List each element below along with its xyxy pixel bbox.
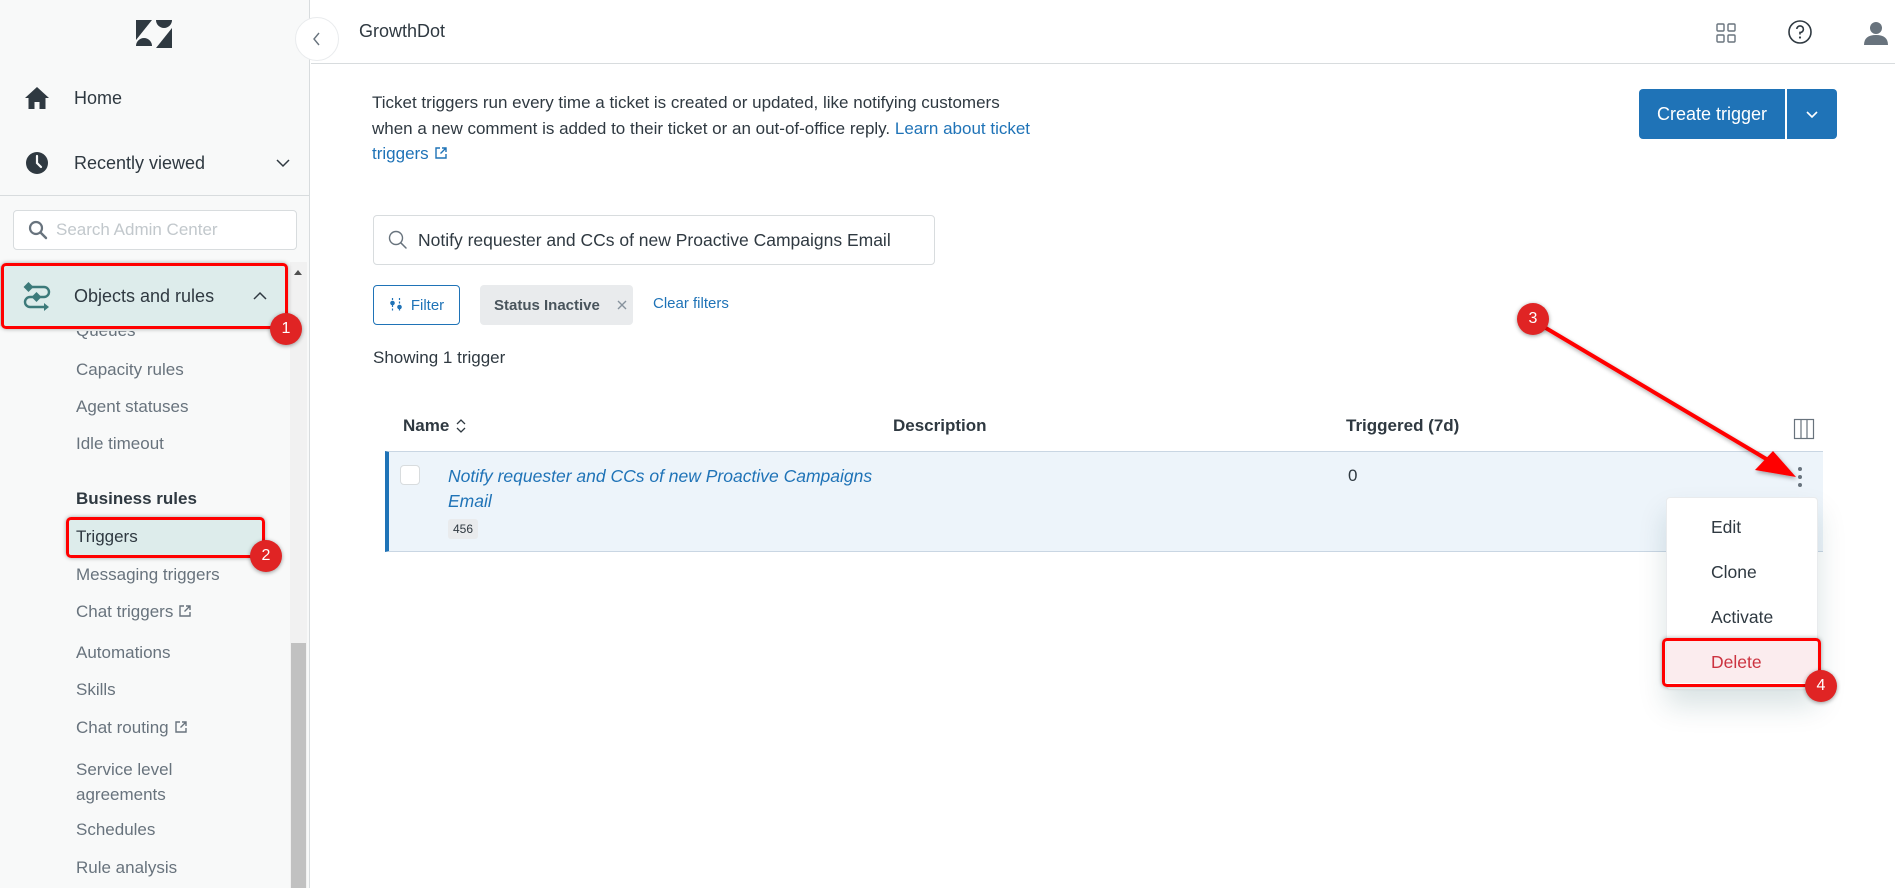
collapse-sidebar-button[interactable] [295,17,339,61]
nav-home[interactable]: Home [0,70,309,126]
top-header [311,0,1895,64]
sidebar-item-rule-analysis[interactable]: Rule analysis [76,857,177,879]
external-link-icon [434,147,447,159]
page-description: Ticket triggers run every time a ticket … [372,90,1042,167]
sidebar-item-skills[interactable]: Skills [76,679,116,701]
chevron-up-icon[interactable] [252,288,268,304]
remove-filter-icon[interactable] [616,299,628,311]
nav-objects-and-rules[interactable]: Objects and rules [0,266,288,326]
search-icon [28,220,48,240]
business-rules-heading: Business rules [76,489,197,508]
account-title: GrowthDot [359,21,446,41]
sidebar-scrollbar[interactable] [290,262,307,888]
filter-button-label: Filter [410,296,445,314]
column-header-name[interactable]: Name [403,416,467,436]
sidebar-item-chat-routing[interactable]: Chat routing [76,717,188,739]
chevron-down-icon[interactable] [275,155,291,171]
admin-search-input[interactable] [56,220,286,240]
sidebar-item-messaging-triggers[interactable]: Messaging triggers [76,564,220,586]
triggered-count: 0 [1348,466,1358,485]
nav-objects-and-rules-label: Objects and rules [74,285,215,306]
row-actions-kebab-icon[interactable] [1790,464,1810,490]
sidebar-item-capacity-rules[interactable]: Capacity rules [76,359,184,381]
annotation-marker-1: 1 [270,313,302,345]
create-trigger-menu-button[interactable] [1787,89,1837,139]
search-icon [388,230,407,249]
row-checkbox[interactable] [400,465,420,485]
home-icon [24,85,50,111]
sidebar-item-automations[interactable]: Automations [76,642,171,664]
annotation-marker-3: 3 [1517,303,1549,335]
scroll-up-arrow-icon[interactable] [294,270,302,275]
filter-sliders-icon [390,298,402,312]
sort-icon[interactable] [455,417,467,435]
admin-search-field[interactable] [13,210,297,250]
help-icon[interactable] [1787,19,1813,45]
nav-home-label: Home [74,87,123,108]
zendesk-logo-icon[interactable] [136,18,172,48]
annotation-marker-4: 4 [1805,670,1837,702]
name-header-label: Name [403,416,450,435]
chevron-left-icon [313,32,320,46]
status-filter-chip: Status Inactive [480,285,633,325]
user-avatar-icon[interactable] [1863,20,1889,46]
sidebar-divider [0,195,309,196]
menu-item-clone[interactable]: Clone [1667,551,1817,593]
create-trigger-button[interactable]: Create trigger [1639,89,1785,139]
sidebar-item-chat-triggers[interactable]: Chat triggers [76,601,192,623]
external-link-icon [179,605,192,617]
column-header-triggered: Triggered (7d) [1346,416,1460,435]
nav-recently-viewed-label: Recently viewed [74,152,206,173]
trigger-id-badge: 456 [448,519,479,539]
trigger-search-input[interactable] [418,229,918,251]
clock-icon [24,150,50,176]
menu-item-activate[interactable]: Activate [1667,596,1817,638]
annotation-marker-2: 2 [250,540,282,572]
columns-config-icon[interactable] [1793,418,1815,440]
results-count: Showing 1 trigger [373,348,506,367]
menu-item-edit[interactable]: Edit [1667,506,1817,548]
row-actions-menu: Edit Clone Activate Delete [1666,497,1818,690]
filter-button[interactable]: Filter [373,285,460,325]
trigger-search-field[interactable] [373,215,935,265]
external-link-icon [174,721,187,733]
column-header-description: Description [893,416,987,435]
chevron-down-icon [1806,111,1818,119]
sidebar-item-agent-statuses[interactable]: Agent statuses [76,396,188,418]
chat-routing-label: Chat routing [76,718,169,737]
nav-recently-viewed[interactable]: Recently viewed [0,135,309,191]
sidebar: Home Recently viewed Objects and rules Q… [0,0,310,888]
trigger-name-link[interactable]: Notify requester and CCs of new Proactiv… [448,464,888,514]
status-chip-label: Status Inactive [494,296,600,314]
sidebar-item-service-level-agreements[interactable]: Service level agreements [76,757,226,807]
sidebar-item-idle-timeout[interactable]: Idle timeout [76,433,164,455]
sidebar-item-schedules[interactable]: Schedules [76,819,155,841]
sidebar-item-triggers[interactable]: Triggers [76,526,138,548]
clear-filters-link[interactable]: Clear filters [653,295,729,312]
chat-triggers-label: Chat triggers [76,602,174,621]
apps-grid-icon[interactable] [1713,20,1739,46]
scrollbar-thumb[interactable] [291,643,306,888]
menu-item-delete[interactable]: Delete [1667,641,1817,683]
objects-rules-icon [23,282,51,311]
